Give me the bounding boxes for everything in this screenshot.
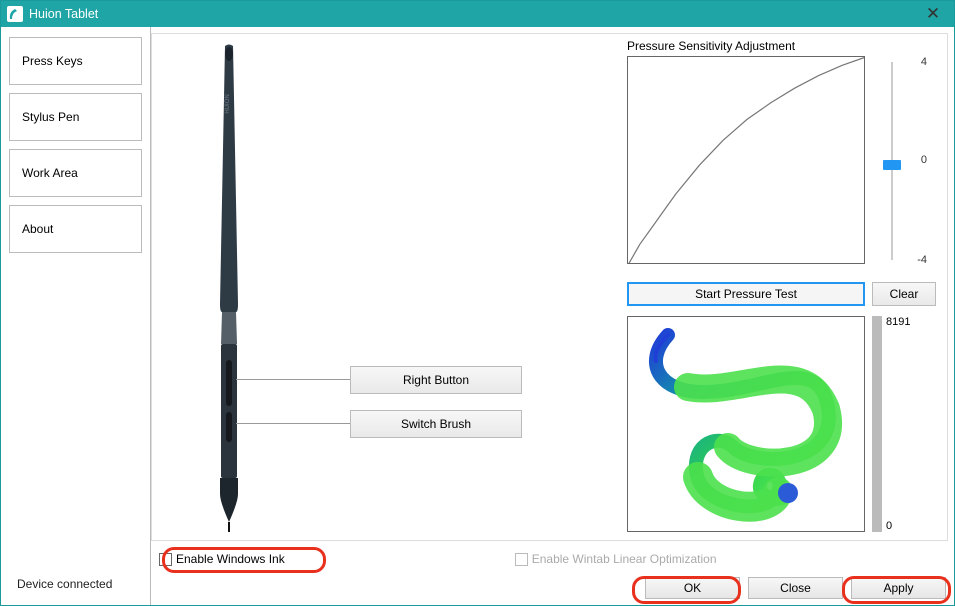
ok-button[interactable]: OK [645, 577, 740, 599]
app-logo-icon [7, 6, 23, 22]
lower-pen-button-assignment[interactable]: Switch Brush [350, 410, 522, 438]
sidebar-item-label: Press Keys [22, 54, 83, 68]
svg-text:HUION: HUION [225, 94, 231, 113]
stylus-pen-image: HUION [192, 44, 266, 532]
slider-min-label: -4 [917, 254, 927, 266]
checkbox-label: Enable Wintab Linear Optimization [532, 552, 717, 566]
button-label: Apply [883, 581, 913, 595]
connector-line [236, 423, 350, 424]
sidebar-item-about[interactable]: About [9, 205, 142, 253]
pressure-sensitivity-label: Pressure Sensitivity Adjustment [627, 39, 795, 53]
pressure-bar-min: 0 [886, 520, 892, 532]
checkbox-icon [515, 553, 528, 566]
footer: Enable Windows Ink Enable Wintab Linear … [151, 545, 954, 605]
apply-button[interactable]: Apply [851, 577, 946, 599]
window-title: Huion Tablet [29, 7, 918, 21]
sidebar-item-label: About [22, 222, 53, 236]
start-pressure-test-button[interactable]: Start Pressure Test [627, 282, 865, 306]
sidebar-item-label: Stylus Pen [22, 110, 79, 124]
sidebar-item-press-keys[interactable]: Press Keys [9, 37, 142, 85]
upper-pen-button-assignment[interactable]: Right Button [350, 366, 522, 394]
close-button[interactable]: Close [748, 577, 843, 599]
button-label: Start Pressure Test [695, 287, 797, 301]
close-icon[interactable]: ✕ [918, 1, 948, 27]
button-label: Clear [890, 287, 919, 301]
button-label: Switch Brush [401, 417, 471, 431]
clear-button[interactable]: Clear [872, 282, 936, 306]
checkbox-label: Enable Windows Ink [176, 552, 285, 566]
enable-windows-ink-checkbox[interactable]: Enable Windows Ink [159, 552, 285, 566]
pressure-test-canvas[interactable] [627, 316, 865, 532]
pressure-bar-max: 8191 [886, 316, 910, 328]
device-status: Device connected [7, 577, 144, 599]
connector-line [236, 379, 350, 380]
enable-wintab-checkbox[interactable]: Enable Wintab Linear Optimization [515, 552, 717, 566]
slider-max-label: 4 [921, 56, 927, 68]
button-label: Close [780, 581, 811, 595]
pressure-value-bar: 8191 0 [872, 316, 902, 532]
checkbox-icon [159, 553, 172, 566]
main-panel: HUION Right Button Switch Brush Pressure… [151, 33, 948, 541]
sidebar-item-stylus-pen[interactable]: Stylus Pen [9, 93, 142, 141]
button-label: Right Button [403, 373, 469, 387]
sidebar-item-work-area[interactable]: Work Area [9, 149, 142, 197]
button-label: OK [684, 581, 701, 595]
sidebar-item-label: Work Area [22, 166, 78, 180]
pressure-curve-chart[interactable] [627, 56, 865, 264]
slider-thumb[interactable] [883, 160, 901, 170]
pressure-sensitivity-slider[interactable]: 4 0 -4 [877, 56, 921, 266]
slider-mid-label: 0 [921, 154, 927, 166]
